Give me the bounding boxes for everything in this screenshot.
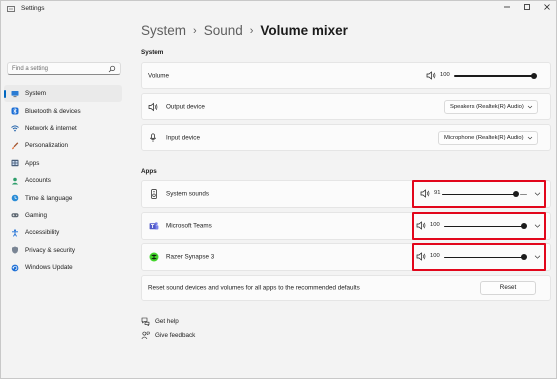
sidebar-item-label: Privacy & security: [25, 246, 76, 254]
highlight-box: [412, 243, 546, 271]
chevron-down-icon: [527, 105, 533, 108]
maximize-icon: [524, 4, 530, 10]
volume-value: 100: [440, 71, 450, 78]
maximize-button[interactable]: [521, 3, 533, 13]
brush-icon: [12, 142, 19, 150]
sidebar-item-label: Windows Update: [25, 264, 73, 272]
sidebar-item-time-language[interactable]: Time & language: [1, 189, 125, 206]
razer-icon: [149, 252, 159, 262]
sidebar-item-label: Accounts: [25, 177, 51, 185]
chevron-right-icon: ›: [193, 24, 197, 37]
sidebar-item-label: Accessibility: [25, 229, 60, 237]
person-icon: [11, 177, 19, 185]
breadcrumb: System › Sound › Volume mixer: [141, 23, 348, 38]
input-device-value: Microphone (Realtek(R) Audio): [444, 134, 524, 141]
reset-button[interactable]: Reset: [480, 281, 536, 295]
give-feedback-link[interactable]: Give feedback: [141, 331, 195, 340]
sidebar-item-label: Personalization: [25, 142, 69, 150]
sidebar-item-label: System: [25, 90, 46, 98]
sidebar-item-privacy[interactable]: Privacy & security: [1, 242, 125, 259]
sidebar-nav: System Bluetooth & devices Network & int…: [1, 85, 125, 276]
master-volume-control: 100: [426, 70, 544, 82]
sidebar-item-network[interactable]: Network & internet: [1, 120, 125, 137]
feedback-icon: [141, 331, 150, 339]
accessibility-icon: [12, 229, 18, 237]
sidebar-item-label: Apps: [25, 159, 40, 167]
apps-section-heading: Apps: [141, 168, 157, 175]
search-icon: [108, 65, 116, 73]
sidebar-item-label: Bluetooth & devices: [25, 107, 81, 115]
get-help-label: Get help: [155, 318, 179, 325]
breadcrumb-system[interactable]: System: [141, 23, 186, 38]
volume-slider-track[interactable]: [454, 75, 534, 77]
page-title: Volume mixer: [260, 23, 348, 38]
help-icon: [141, 317, 150, 326]
search-input[interactable]: Find a setting: [7, 62, 121, 75]
app-name: Razer Synapse 3: [166, 253, 215, 261]
apps-icon: [11, 160, 19, 167]
sidebar-item-label: Network & internet: [25, 124, 77, 132]
give-feedback-label: Give feedback: [155, 332, 196, 339]
output-device-dropdown[interactable]: Speakers (Realtek(R) Audio): [444, 99, 538, 114]
input-device-card: Input device Microphone (Realtek(R) Audi…: [141, 124, 551, 151]
sidebar-item-system[interactable]: System: [4, 85, 122, 103]
get-help-link[interactable]: Get help: [141, 317, 179, 326]
sidebar-item-accessibility[interactable]: Accessibility: [1, 224, 125, 241]
speaker-icon: [148, 102, 158, 111]
settings-window: Settings Find a setting System Bluetooth…: [0, 0, 557, 379]
output-device-value: Speakers (Realtek(R) Audio): [450, 103, 524, 110]
volume-slider-thumb[interactable]: [531, 72, 537, 79]
highlight-box: [412, 180, 546, 208]
settings-app-icon: [7, 6, 15, 12]
minimize-button[interactable]: [501, 3, 513, 13]
input-device-dropdown[interactable]: Microphone (Realtek(R) Audio): [438, 130, 538, 145]
output-device-label: Output device: [166, 103, 205, 110]
sidebar-item-bluetooth[interactable]: Bluetooth & devices: [1, 102, 125, 119]
input-device-label: Input device: [166, 134, 200, 141]
update-icon: [11, 264, 19, 271]
microphone-icon: [149, 132, 157, 142]
app-name: Microsoft Teams: [166, 222, 212, 230]
sidebar-item-label: Gaming: [25, 211, 48, 219]
sidebar-item-accounts[interactable]: Accounts: [1, 172, 125, 189]
breadcrumb-sound[interactable]: Sound: [204, 23, 243, 38]
volume-card: Volume 100: [141, 62, 551, 89]
speaker-icon[interactable]: [426, 70, 436, 80]
sidebar-item-apps[interactable]: Apps: [1, 155, 125, 172]
window-title: Settings: [21, 5, 45, 12]
sidebar-item-windows-update[interactable]: Windows Update: [1, 259, 125, 276]
title-bar: Settings: [1, 1, 556, 17]
sidebar-item-personalization[interactable]: Personalization: [1, 137, 125, 154]
sidebar-item-gaming[interactable]: Gaming: [1, 207, 125, 224]
globe-clock-icon: [11, 194, 19, 202]
reset-description: Reset sound devices and volumes for all …: [148, 284, 360, 292]
chevron-down-icon: [527, 136, 533, 139]
reset-card: Reset sound devices and volumes for all …: [141, 275, 551, 301]
shield-icon: [12, 246, 18, 254]
minimize-icon: [504, 6, 510, 8]
app-name: System sounds: [166, 190, 210, 198]
system-sounds-icon: [151, 189, 157, 199]
search-placeholder: Find a setting: [12, 66, 49, 72]
sidebar-item-label: Time & language: [25, 194, 73, 202]
close-button[interactable]: [541, 3, 553, 13]
monitor-icon: [11, 90, 19, 97]
close-icon: [544, 4, 550, 10]
output-device-card: Output device Speakers (Realtek(R) Audio…: [141, 93, 551, 120]
highlight-box: [412, 212, 546, 240]
system-section-heading: System: [141, 49, 164, 56]
volume-label: Volume: [148, 72, 170, 79]
bluetooth-icon: [11, 107, 19, 115]
gamepad-icon: [11, 213, 19, 218]
chevron-right-icon: ›: [249, 24, 254, 37]
wifi-icon: [11, 125, 19, 132]
teams-icon: [149, 222, 159, 230]
